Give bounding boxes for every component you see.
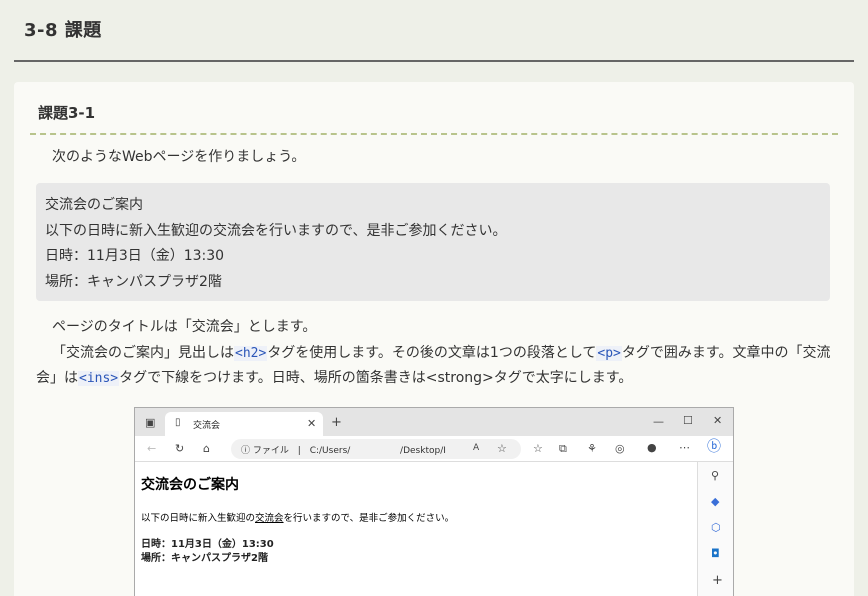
tab-actions-icon[interactable]: ▣	[145, 417, 155, 428]
code-p: <p>	[596, 346, 622, 361]
page-icon: ▯	[175, 417, 181, 428]
favorite-icon[interactable]: ☆	[497, 443, 507, 454]
search-icon[interactable]: ⚲	[711, 470, 719, 481]
profile-icon[interactable]: ●	[647, 442, 657, 453]
dashed-divider	[30, 133, 838, 135]
close-window-icon[interactable]: ✕	[713, 415, 722, 426]
rendered-page: 交流会のご案内 以下の日時に新入生歓迎の交流会を行いますので、是非ご参加ください…	[135, 462, 697, 596]
add-sidebar-icon[interactable]: +	[712, 574, 723, 587]
collections-icon[interactable]: ⧉	[559, 443, 567, 454]
instruction-para-2: 「交流会のご案内」見出しは<h2>タグを使用します。その後の文章は1つの段落とし…	[36, 345, 831, 386]
sample-box: 交流会のご案内 以下の日時に新入生歓迎の交流会を行いますので、是非ご参加ください…	[36, 183, 830, 301]
rendered-place: 場所：キャンパスプラザ2階	[141, 553, 268, 564]
browser-essentials-icon[interactable]: ◎	[615, 443, 625, 454]
info-icon: ⓘ	[241, 446, 251, 456]
browser-tab[interactable]: ▯ 交流会 ✕	[165, 412, 323, 436]
sample-line: 以下の日時に新入生歓迎の交流会を行いますので、是非ご参加ください。	[45, 222, 507, 239]
browser-tabbar: ▣ ▯ 交流会 ✕ + — ☐ ✕	[135, 408, 733, 436]
exercise-card: 課題3-1 次のようなWebページを作りましょう。 交流会のご案内 以下の日時に…	[14, 82, 854, 596]
sample-line: 交流会のご案内	[45, 197, 143, 213]
browser-sidebar: ⚲ ◆ ⬡ ◘ +	[697, 462, 733, 596]
sample-line: 日時：11月3日（金）13:30	[45, 248, 225, 264]
code-ins: <ins>	[78, 371, 120, 386]
browser-screenshot: ▣ ▯ 交流会 ✕ + — ☐ ✕ ← ↻ ⌂ ⓘ ファイル | C:/User…	[134, 407, 734, 596]
maximize-icon[interactable]: ☐	[683, 415, 693, 426]
outlook-icon[interactable]: ◘	[711, 548, 720, 559]
back-icon[interactable]: ←	[147, 443, 156, 454]
new-tab-icon[interactable]: +	[331, 416, 342, 429]
refresh-icon[interactable]: ↻	[175, 443, 184, 454]
extensions-icon[interactable]: ⚘	[587, 443, 597, 454]
minimize-icon[interactable]: —	[653, 416, 664, 427]
close-tab-icon[interactable]: ✕	[307, 418, 316, 429]
section-header: 3-8 課題	[14, 0, 854, 62]
rendered-paragraph: 以下の日時に新入生歓迎の交流会を行いますので、是非ご参加ください。	[141, 513, 455, 524]
read-aloud-icon[interactable]: A	[473, 444, 479, 453]
code-h2: <h2>	[234, 346, 268, 361]
rendered-date: 日時：11月3日（金）13:30	[141, 539, 274, 550]
address-bar-row: ← ↻ ⌂ ⓘ ファイル | C:/Users/ /Desktop/I A ☆ …	[135, 436, 733, 462]
tools-icon[interactable]: ⬡	[711, 522, 721, 533]
copilot-icon[interactable]: ⓑ	[707, 440, 721, 454]
home-icon[interactable]: ⌂	[203, 443, 210, 454]
shopping-tag-icon[interactable]: ◆	[711, 496, 719, 507]
sample-line: 場所：キャンパスプラザ2階	[45, 273, 222, 290]
card-title: 課題3-1	[38, 104, 96, 122]
instruction-para-1: ページのタイトルは「交流会」とします。	[52, 319, 317, 335]
section-title: 3-8 課題	[24, 20, 102, 41]
more-icon[interactable]: ⋯	[679, 442, 690, 453]
intro-text: 次のようなWebページを作りましょう。	[52, 149, 306, 165]
favorites-icon[interactable]: ☆	[533, 443, 543, 454]
rendered-heading: 交流会のご案内	[141, 477, 239, 493]
